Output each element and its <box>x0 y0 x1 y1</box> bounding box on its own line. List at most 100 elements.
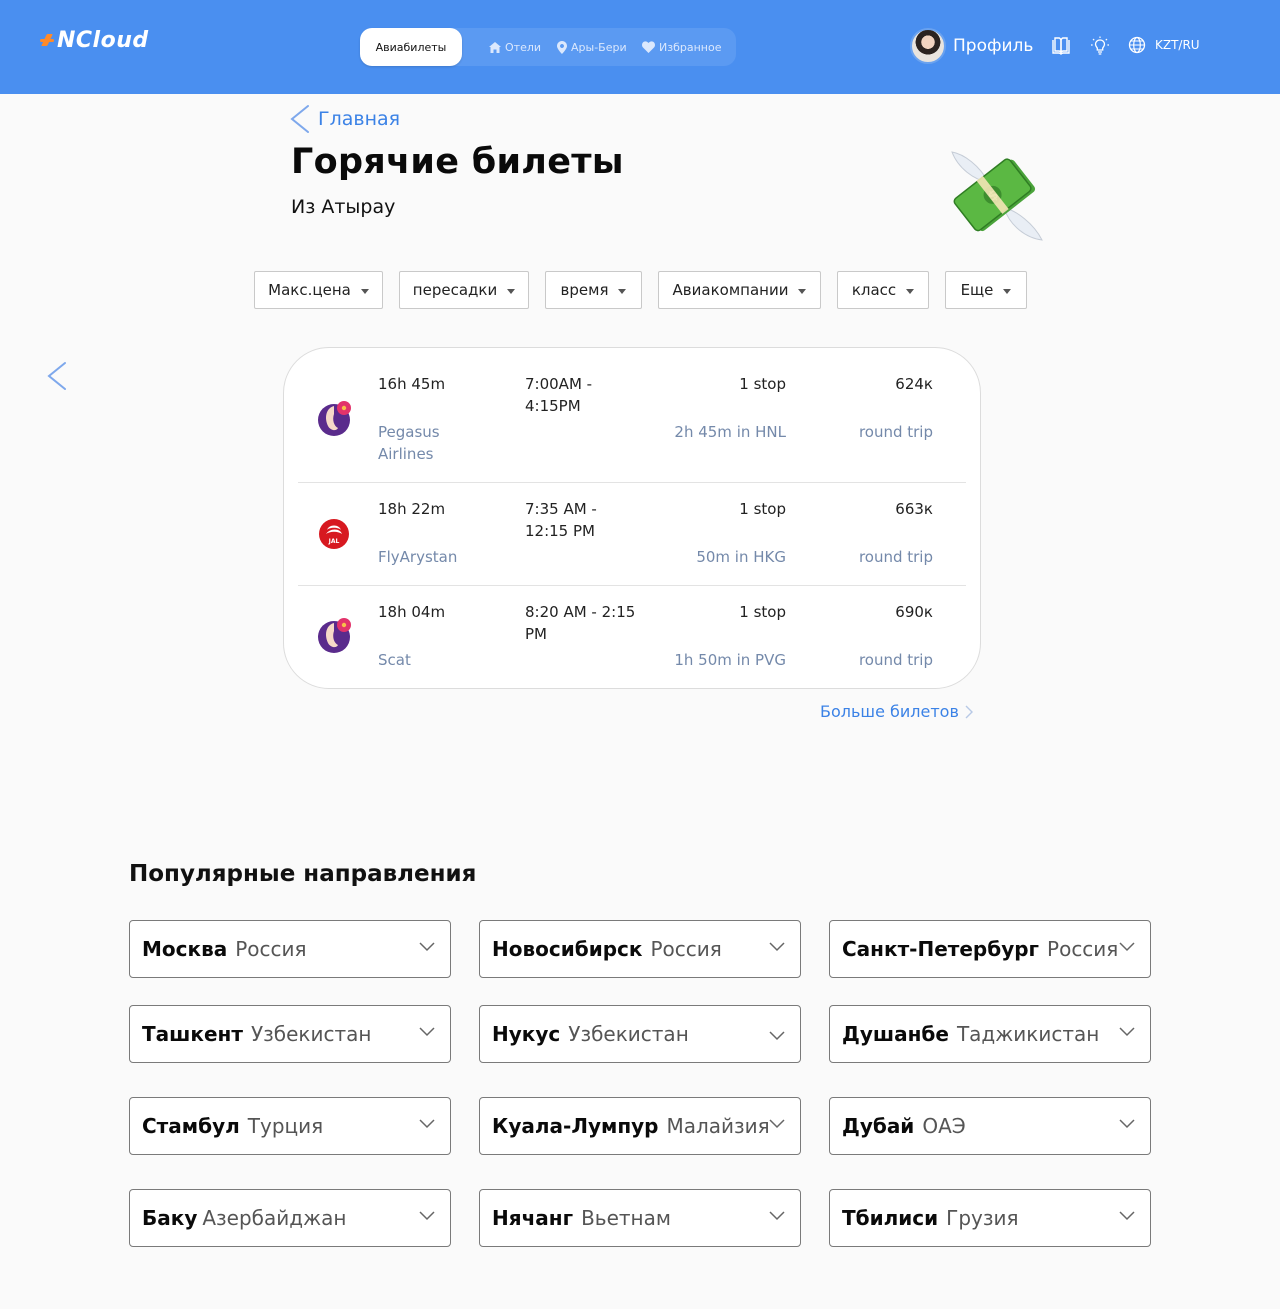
caret-down-icon <box>618 288 627 294</box>
tab-ary-beri-label: Ары-Бери <box>571 40 627 54</box>
logo-plane-icon <box>40 33 56 47</box>
trip-type: round trip <box>858 651 933 669</box>
filter-time[interactable]: время <box>545 271 642 309</box>
location-pin-icon <box>557 40 567 54</box>
flight-duration: 18h 04m <box>378 603 446 621</box>
flying-money-icon: $ <box>951 151 1043 241</box>
hawaiian-airlines-logo <box>318 618 351 653</box>
chevron-left-icon <box>290 105 309 133</box>
destination-country: Вьетнам <box>581 1206 671 1230</box>
ticket-row[interactable]: 18h 04m Scat 8:20 AM - 2:15 PM 1 stop 1h… <box>298 586 966 686</box>
breadcrumb-home-link[interactable]: Главная <box>318 108 400 130</box>
caret-down-icon <box>906 288 915 294</box>
breadcrumb[interactable]: Главная <box>288 104 400 134</box>
more-tickets-label: Больше билетов <box>820 702 959 721</box>
destination-city: Дубай <box>842 1114 915 1138</box>
filter-label: Авиакомпании <box>672 281 789 299</box>
flight-time: 8:20 AM - 2:15 PM <box>525 603 636 643</box>
currency-language-switch[interactable]: KZT/RU <box>1128 36 1200 54</box>
lang-label: KZT/RU <box>1155 38 1200 52</box>
ticket-row[interactable]: 16h 45m Pegasus Airlines 7:00AM - 4:15PM… <box>298 348 966 483</box>
layover-info: 1h 50m in PVG <box>674 651 786 669</box>
flight-stops: 1 stop <box>739 375 786 393</box>
destination-country: Узбекистан <box>250 1022 372 1046</box>
chevron-down-icon <box>769 1031 785 1041</box>
destination-item[interactable]: Санкт-Петербург Россия <box>829 920 1151 978</box>
destination-city: Новосибирск <box>492 937 643 961</box>
hot-tickets-card: 16h 45m Pegasus Airlines 7:00AM - 4:15PM… <box>283 347 981 689</box>
filter-class[interactable]: класс <box>837 271 929 309</box>
hawaiian-airlines-logo <box>318 401 351 436</box>
page-title: Горячие билеты <box>291 142 624 182</box>
destination-item[interactable]: Душанбе Таджикистан <box>829 1005 1151 1063</box>
destination-country: Россия <box>1047 937 1119 961</box>
layover-info: 50m in HKG <box>696 548 786 566</box>
chevron-right-icon <box>965 705 973 718</box>
tab-flights[interactable]: Авиабилеты <box>360 28 462 66</box>
caret-down-icon <box>1003 288 1012 294</box>
filter-label: класс <box>851 281 897 299</box>
profile-link[interactable]: Профиль <box>910 28 1033 64</box>
chevron-down-icon <box>769 942 785 952</box>
logo-text: NCloud <box>57 27 149 53</box>
caret-down-icon <box>507 288 516 294</box>
filter-more[interactable]: Еще <box>945 271 1027 309</box>
chevron-down-icon <box>419 942 435 952</box>
destination-city: Баку <box>142 1206 198 1230</box>
carousel-prev-icon[interactable] <box>44 360 70 394</box>
logo[interactable]: NCloud <box>40 26 149 54</box>
destination-city: Стамбул <box>142 1114 240 1138</box>
main-nav: Авиабилеты Отели Ары-Бери Избранное <box>360 28 736 66</box>
destination-city: Москва <box>142 937 228 961</box>
airline-name: FlyArystan <box>378 548 458 566</box>
destination-city: Нячанг <box>492 1206 574 1230</box>
destination-country: Узбекистан <box>568 1022 689 1046</box>
filter-label: Еще <box>960 281 994 299</box>
destination-item[interactable]: Нукус Узбекистан <box>479 1005 801 1063</box>
book-icon[interactable] <box>1051 36 1071 56</box>
popular-destinations-title: Популярные направления <box>129 861 477 887</box>
chevron-down-icon <box>769 1211 785 1221</box>
tab-ary-beri[interactable]: Ары-Бери <box>557 28 627 66</box>
destination-city: Тбилиси <box>842 1206 939 1230</box>
filter-airlines[interactable]: Авиакомпании <box>658 271 821 309</box>
chevron-down-icon <box>1119 942 1135 952</box>
destination-item[interactable]: Ташкент Узбекистан <box>129 1005 451 1063</box>
destination-item[interactable]: Стамбул Турция <box>129 1097 451 1155</box>
flight-time: 7:00AM - 4:15PM <box>525 375 593 415</box>
lightbulb-icon[interactable] <box>1090 36 1110 56</box>
destination-item[interactable]: Нячанг Вьетнам <box>479 1189 801 1247</box>
airline-name: Pegasus Airlines <box>378 423 440 463</box>
destination-country: Азербайджан <box>202 1206 347 1230</box>
destination-item[interactable]: Баку Азербайджан <box>129 1189 451 1247</box>
destination-item[interactable]: Куала-Лумпур Малайзия <box>479 1097 801 1155</box>
destination-country: ОАЭ <box>922 1114 966 1138</box>
top-bar: NCloud Авиабилеты Отели Ары-Бери Избранн… <box>0 0 1280 94</box>
chevron-down-icon <box>419 1119 435 1129</box>
tab-hotels[interactable]: Отели <box>489 28 541 66</box>
chevron-down-icon <box>419 1027 435 1037</box>
heart-icon <box>642 41 655 53</box>
chevron-down-icon <box>1119 1027 1135 1037</box>
ticket-row[interactable]: JAL 18h 22m FlyArystan 7:35 AM - 12:15 P… <box>298 483 966 586</box>
tab-favorites[interactable]: Избранное <box>642 28 721 66</box>
filter-label: время <box>560 281 609 299</box>
filter-transfers[interactable]: пересадки <box>399 271 529 309</box>
page-subtitle: Из Атырау <box>291 196 396 218</box>
destination-item[interactable]: Москва Россия <box>129 920 451 978</box>
filter-label: Макс.цена <box>268 281 351 299</box>
filter-max-price[interactable]: Макс.цена <box>254 271 383 309</box>
destination-item[interactable]: Тбилиси Грузия <box>829 1189 1151 1247</box>
destination-item[interactable]: Новосибирск Россия <box>479 920 801 978</box>
tab-hotels-label: Отели <box>505 40 542 54</box>
tab-flights-label: Авиабилеты <box>375 40 447 54</box>
airline-name: Scat <box>378 651 411 669</box>
more-tickets-link[interactable]: Больше билетов <box>820 702 974 721</box>
destination-country: Россия <box>650 937 722 961</box>
destination-country: Таджикистан <box>956 1022 1100 1046</box>
avatar <box>910 28 946 64</box>
destination-city: Ташкент <box>142 1022 243 1046</box>
destination-item[interactable]: Дубай ОАЭ <box>829 1097 1151 1155</box>
svg-text:JAL: JAL <box>328 538 340 545</box>
flight-duration: 18h 22m <box>378 500 446 518</box>
